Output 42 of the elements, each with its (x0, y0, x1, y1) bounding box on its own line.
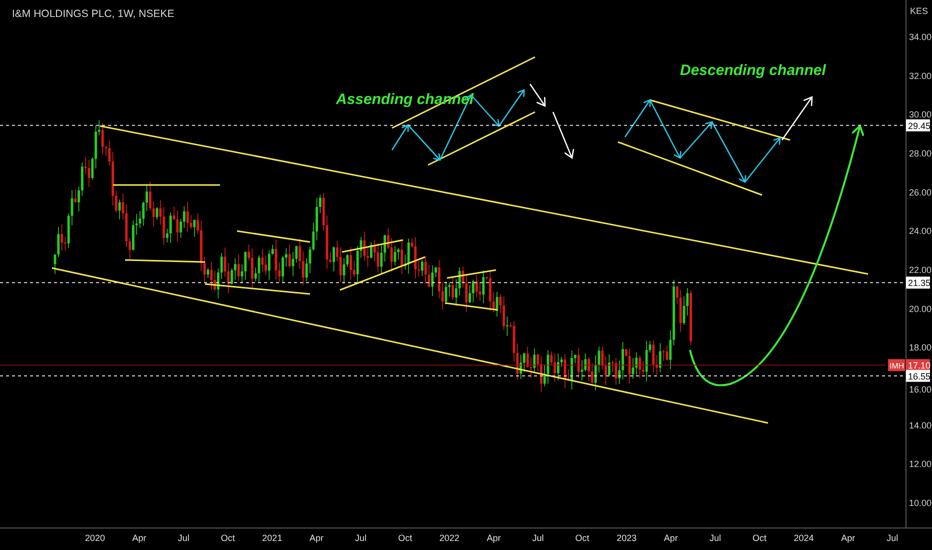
price-label: 20.00 (909, 304, 932, 314)
price-label: 34.00 (909, 32, 932, 42)
time-label: Apr (841, 533, 856, 543)
time-label: Jul (355, 533, 367, 543)
time-label: Jul (532, 533, 544, 543)
time-label: Apr (132, 533, 146, 543)
arrow (781, 96, 813, 140)
price-label: 30.00 (909, 110, 932, 120)
currency-label: KES (910, 6, 928, 16)
price-tag: 21.35 (906, 276, 931, 289)
time-label: Oct (220, 533, 235, 543)
chart-title: I&M HOLDINGS PLC, 1W, NSEKE (12, 8, 174, 20)
time-label: Oct (752, 533, 766, 543)
price-tag: 16.55 (906, 370, 931, 382)
price-label: 14.00 (909, 420, 932, 430)
time-label: Jul (886, 533, 898, 543)
price-tag: 29.45 (906, 119, 931, 132)
time-label: 2024 (794, 533, 814, 543)
time-label: Oct (398, 533, 412, 543)
price-label: 26.00 (909, 187, 932, 198)
time-label: Apr (664, 533, 678, 543)
price-label: 28.00 (909, 148, 932, 158)
price-label: 32.00 (909, 70, 932, 81)
price-label: 24.00 (909, 226, 932, 236)
price-label: 12.00 (909, 459, 932, 470)
arrow (529, 84, 546, 107)
time-label: Apr (486, 533, 501, 543)
arrow (552, 112, 574, 159)
time-label: 2021 (262, 533, 282, 543)
time-label: Apr (310, 533, 324, 543)
time-label: Jul (178, 533, 190, 543)
annotation-text: Descending channel (680, 62, 826, 79)
time-label: Jul (709, 533, 721, 543)
time-label: 2020 (84, 533, 106, 543)
price-label: 22.00 (909, 264, 932, 275)
symbol-tag: IMH (888, 359, 905, 372)
time-label: 2022 (439, 533, 460, 543)
time-label: Oct (575, 533, 590, 543)
price-label: 18.00 (909, 342, 932, 353)
time-label: 2023 (616, 533, 637, 543)
price-label: 16.00 (909, 384, 932, 394)
price-label: 10.00 (909, 498, 932, 508)
